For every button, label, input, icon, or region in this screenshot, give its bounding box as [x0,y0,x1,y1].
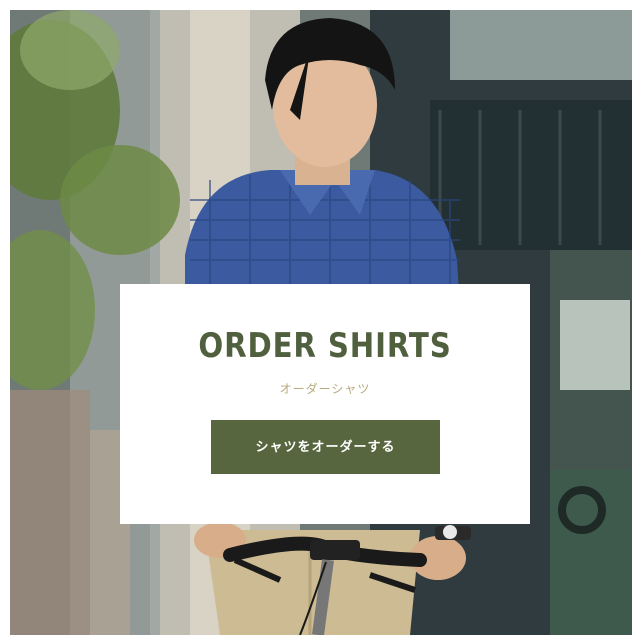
panel-subtitle: オーダーシャツ [279,382,371,396]
order-shirts-panel: ORDER SHIRTS オーダーシャツ シャツをオーダーする [120,284,530,524]
order-shirts-button[interactable]: シャツをオーダーする [211,420,440,474]
panel-title: ORDER SHIRTS [198,326,452,366]
